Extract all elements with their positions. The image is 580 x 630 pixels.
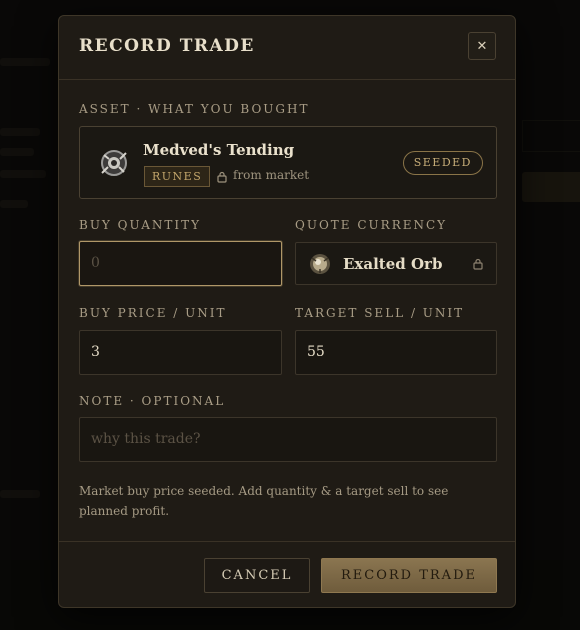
note-label: NOTE · OPTIONAL [79, 394, 226, 408]
buy-quantity-label: BUY QUANTITY [79, 218, 202, 232]
buy-quantity-placeholder: 0 [91, 255, 100, 271]
asset-label: ASSET · WHAT YOU BOUGHT [79, 102, 310, 116]
record-trade-modal: RECORD TRADE ✕ ASSET · WHAT YOU BOUGHT M… [58, 15, 516, 608]
close-icon: ✕ [476, 38, 488, 54]
quote-currency-field: Exalted Orb [295, 242, 497, 285]
note-placeholder: why this trade? [91, 431, 201, 447]
seeded-hint-text: Market buy price seeded. Add quantity & … [79, 484, 449, 518]
lock-icon [473, 258, 483, 270]
close-button[interactable]: ✕ [468, 32, 496, 60]
note-input[interactable]: why this trade? [79, 417, 497, 462]
cancel-button[interactable]: CANCEL [204, 558, 310, 593]
target-sell-input[interactable]: 55 [295, 330, 497, 375]
asset-source: from market [233, 168, 310, 182]
rune-item-icon [101, 150, 127, 176]
target-sell-label: TARGET SELL / UNIT [295, 306, 465, 320]
lock-icon [217, 171, 227, 183]
modal-header: RECORD TRADE ✕ [59, 16, 515, 80]
exalted-orb-icon [310, 254, 330, 274]
asset-card: Medved's Tending RUNES from market SEEDE… [79, 126, 497, 199]
buy-price-input[interactable]: 3 [79, 330, 282, 375]
modal-title: RECORD TRADE [79, 36, 255, 56]
record-trade-button[interactable]: RECORD TRADE [321, 558, 497, 593]
quote-currency-label: QUOTE CURRENCY [295, 218, 448, 232]
seeded-badge: SEEDED [402, 151, 483, 175]
buy-quantity-input[interactable]: 0 [79, 241, 282, 286]
quote-currency-value: Exalted Orb [343, 255, 443, 273]
asset-name: Medved's Tending [143, 141, 295, 159]
modal-footer: CANCEL RECORD TRADE [59, 541, 515, 609]
buy-price-label: BUY PRICE / UNIT [79, 306, 227, 320]
asset-category-tag: RUNES [144, 166, 211, 187]
